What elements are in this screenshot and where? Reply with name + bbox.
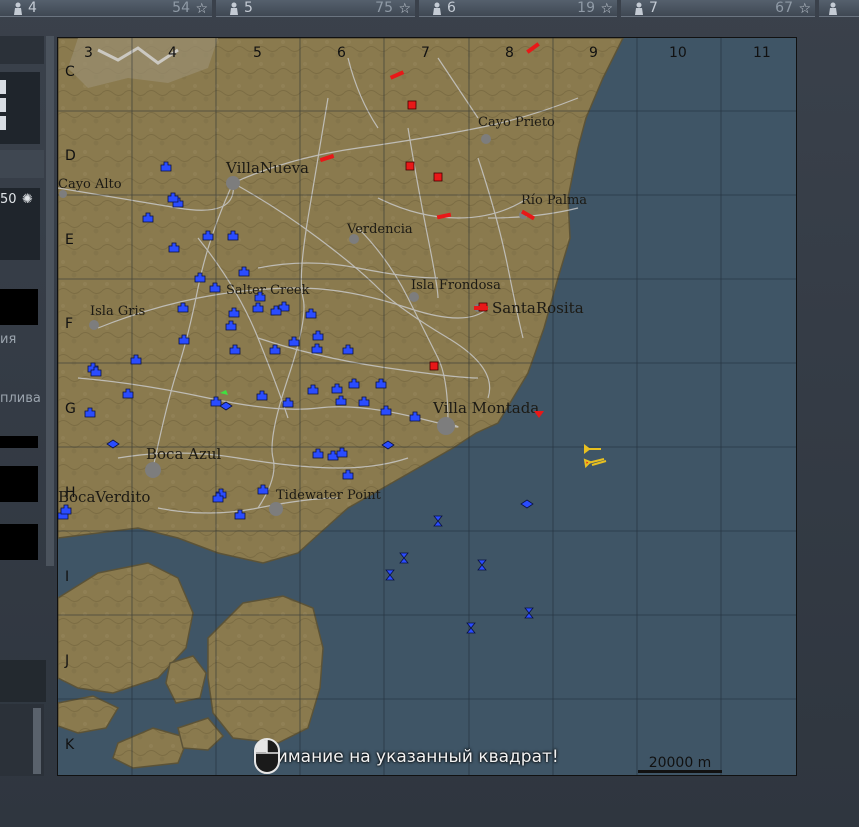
svg-text:I: I	[65, 569, 69, 585]
svg-text:Cayo Prieto: Cayo Prieto	[478, 115, 555, 130]
side-scrollbar[interactable]	[46, 36, 54, 566]
soldier-icon	[829, 2, 837, 15]
squad-bar: 4 54 ☆ 5 75 ☆ 6 19 ☆ 7 67 ☆	[0, 0, 859, 19]
squad-slot[interactable]: 7 67 ☆	[621, 0, 815, 17]
svg-text:7: 7	[421, 45, 430, 61]
enemy-tank-icon[interactable]	[405, 161, 415, 171]
enemy-tank-icon[interactable]	[433, 172, 443, 182]
side-black-box	[0, 524, 38, 560]
side-card[interactable]: 50 ✺	[0, 188, 40, 260]
svg-text:SantaRosita: SantaRosita	[492, 299, 584, 317]
star-icon: ☆	[600, 1, 613, 17]
enemy-aircraft-icon[interactable]	[474, 306, 488, 310]
svg-text:J: J	[64, 653, 69, 669]
bars-icon	[0, 80, 6, 130]
svg-text:BocaVerdito: BocaVerdito	[58, 488, 150, 506]
side-footer	[0, 660, 46, 702]
side-black-box	[0, 289, 38, 325]
svg-text:Cayo Alto: Cayo Alto	[58, 177, 122, 192]
svg-text:Isla Gris: Isla Gris	[90, 304, 145, 319]
side-card[interactable]	[0, 72, 40, 144]
soldier-icon	[230, 2, 238, 15]
side-header	[0, 36, 44, 64]
svg-text:VillaNueva: VillaNueva	[225, 159, 309, 177]
svg-text:3: 3	[84, 45, 93, 61]
svg-text:Verdencia: Verdencia	[346, 222, 413, 237]
star-icon: ☆	[195, 1, 208, 17]
enemy-tank-icon[interactable]	[407, 100, 417, 110]
map-notice: Внимание на указанный квадрат!	[254, 738, 559, 775]
side-black-box	[0, 466, 38, 502]
svg-text:11: 11	[753, 45, 771, 61]
star-icon: ☆	[798, 1, 811, 17]
svg-text:Salter Creek: Salter Creek	[226, 283, 310, 298]
squad-slot[interactable]: 4 54 ☆	[0, 0, 212, 17]
svg-text:E: E	[65, 232, 74, 248]
svg-text:4: 4	[168, 45, 177, 61]
squad-slot[interactable]	[819, 0, 859, 17]
soldier-icon	[14, 2, 22, 15]
svg-text:10: 10	[669, 45, 687, 61]
side-tab[interactable]	[0, 150, 44, 178]
svg-text:9: 9	[589, 45, 598, 61]
svg-text:F: F	[65, 316, 73, 332]
map-canvas[interactable]: 3 4 5 6 7 8 9 10 11 C D E F G H I J K Ca…	[58, 38, 797, 776]
tactical-map[interactable]: 3 4 5 6 7 8 9 10 11 C D E F G H I J K Ca…	[57, 37, 797, 776]
svg-text:5: 5	[253, 45, 262, 61]
notice-text: Внимание на указанный квадрат!	[254, 747, 559, 767]
svg-text:C: C	[65, 64, 75, 80]
enemy-tank-icon[interactable]	[429, 361, 439, 371]
side-scrollbar-2[interactable]	[33, 708, 41, 774]
svg-text:G: G	[65, 401, 76, 417]
svg-text:K: K	[65, 737, 75, 753]
soldier-icon	[635, 2, 643, 15]
svg-text:Tidewater Point: Tidewater Point	[276, 488, 382, 503]
mouse-icon	[254, 738, 280, 774]
svg-text:Boca Azul: Boca Azul	[146, 445, 222, 463]
gear-icon: ✺	[22, 192, 33, 207]
svg-text:Río Palma: Río Palma	[521, 193, 587, 208]
soldier-icon	[433, 2, 441, 15]
svg-text:8: 8	[505, 45, 514, 61]
squad-slot[interactable]: 6 19 ☆	[419, 0, 617, 17]
map-scale: 20000 m	[638, 755, 722, 773]
side-black-box	[0, 436, 38, 448]
svg-text:Isla Frondosa: Isla Frondosa	[411, 278, 501, 293]
svg-text:D: D	[65, 148, 76, 164]
svg-text:6: 6	[337, 45, 346, 61]
svg-text:Villa Montada: Villa Montada	[432, 399, 539, 417]
squad-slot[interactable]: 5 75 ☆	[216, 0, 415, 17]
star-icon: ☆	[398, 1, 411, 17]
